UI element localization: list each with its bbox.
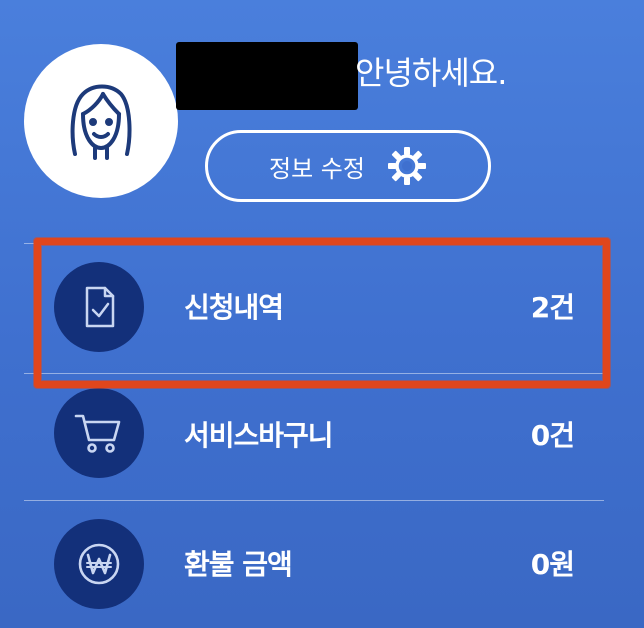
divider <box>24 500 604 501</box>
gear-icon <box>387 147 426 185</box>
user-face-icon <box>70 84 132 160</box>
edit-profile-button[interactable]: 정보 수정 <box>205 130 491 202</box>
shopping-cart-icon <box>54 388 144 478</box>
menu-item-count: 0원 <box>530 548 575 581</box>
highlight-annotation <box>34 238 610 388</box>
menu-item-service-cart[interactable]: 서비스바구니 0건 <box>24 376 604 496</box>
redacted-username <box>176 42 358 110</box>
menu-item-label: 환불 금액 <box>184 548 293 581</box>
greeting-text: 안녕하세요. <box>355 54 507 92</box>
edit-profile-label: 정보 수정 <box>269 154 365 183</box>
user-avatar <box>24 44 178 198</box>
menu-item-refund-amount[interactable]: 환불 금액 0원 <box>24 503 604 623</box>
won-currency-icon <box>54 519 144 609</box>
menu-item-count: 0건 <box>530 419 575 452</box>
menu-item-label: 서비스바구니 <box>184 419 334 452</box>
